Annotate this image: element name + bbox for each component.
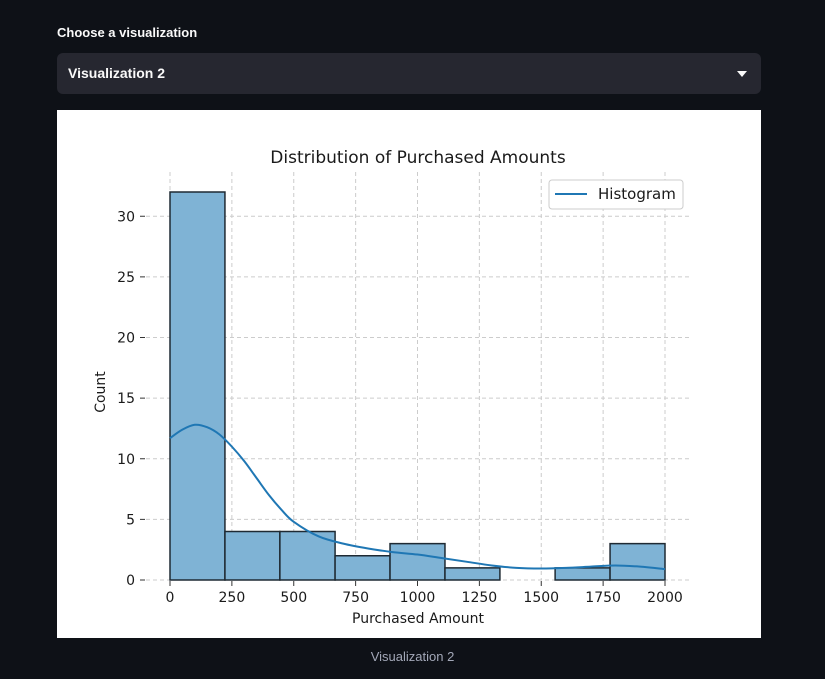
y-axis-label: Count [93, 371, 109, 413]
chart-caption: Visualization 2 [370, 649, 455, 664]
y-tick-label: 20 [117, 331, 135, 347]
histogram-bar [554, 567, 611, 581]
histogram-bar [224, 530, 281, 581]
x-tick-label: 1500 [523, 590, 559, 606]
visualization-select-value: Visualization 2 [68, 65, 165, 81]
y-tick-label: 10 [117, 452, 135, 468]
chart-title: Distribution of Purchased Amounts [270, 148, 566, 168]
x-tick-label: 500 [280, 590, 307, 606]
x-tick-label: 750 [342, 590, 369, 606]
histogram-chart: 0 5 10 15 20 25 30 0 250 500 750 1000 1250 1500 1750 20… [93, 148, 690, 627]
x-tick-label: 0 [166, 590, 175, 606]
x-tick-label: 1250 [462, 590, 498, 606]
y-tick-label: 15 [117, 391, 135, 407]
y-tick-label: 0 [126, 573, 135, 589]
x-tick-label: 1750 [585, 590, 621, 606]
histogram-bar [444, 567, 501, 581]
chevron-down-icon[interactable] [737, 71, 747, 77]
histogram-bar [169, 191, 226, 581]
histogram-bar [609, 542, 666, 581]
chart-legend: Histogram [548, 179, 684, 210]
x-axis-label: Purchased Amount [352, 611, 484, 627]
histogram-bar [389, 542, 446, 581]
visualization-select[interactable]: Visualization 2 [57, 53, 761, 94]
grid-layer [146, 172, 690, 581]
y-tick-label: 25 [117, 270, 135, 286]
x-tick-label: 2000 [647, 590, 683, 606]
x-tick-label: 1000 [400, 590, 436, 606]
y-tick-label: 5 [126, 512, 135, 528]
chart-panel: 0 5 10 15 20 25 30 0 250 500 750 1000 1250 1500 1750 20… [57, 110, 761, 638]
visualization-select-label: Choose a visualization [57, 25, 198, 40]
legend-label: Histogram [598, 185, 676, 203]
y-tick-label: 30 [117, 209, 135, 225]
x-tick-label: 250 [219, 590, 246, 606]
histogram-bar [334, 555, 391, 581]
